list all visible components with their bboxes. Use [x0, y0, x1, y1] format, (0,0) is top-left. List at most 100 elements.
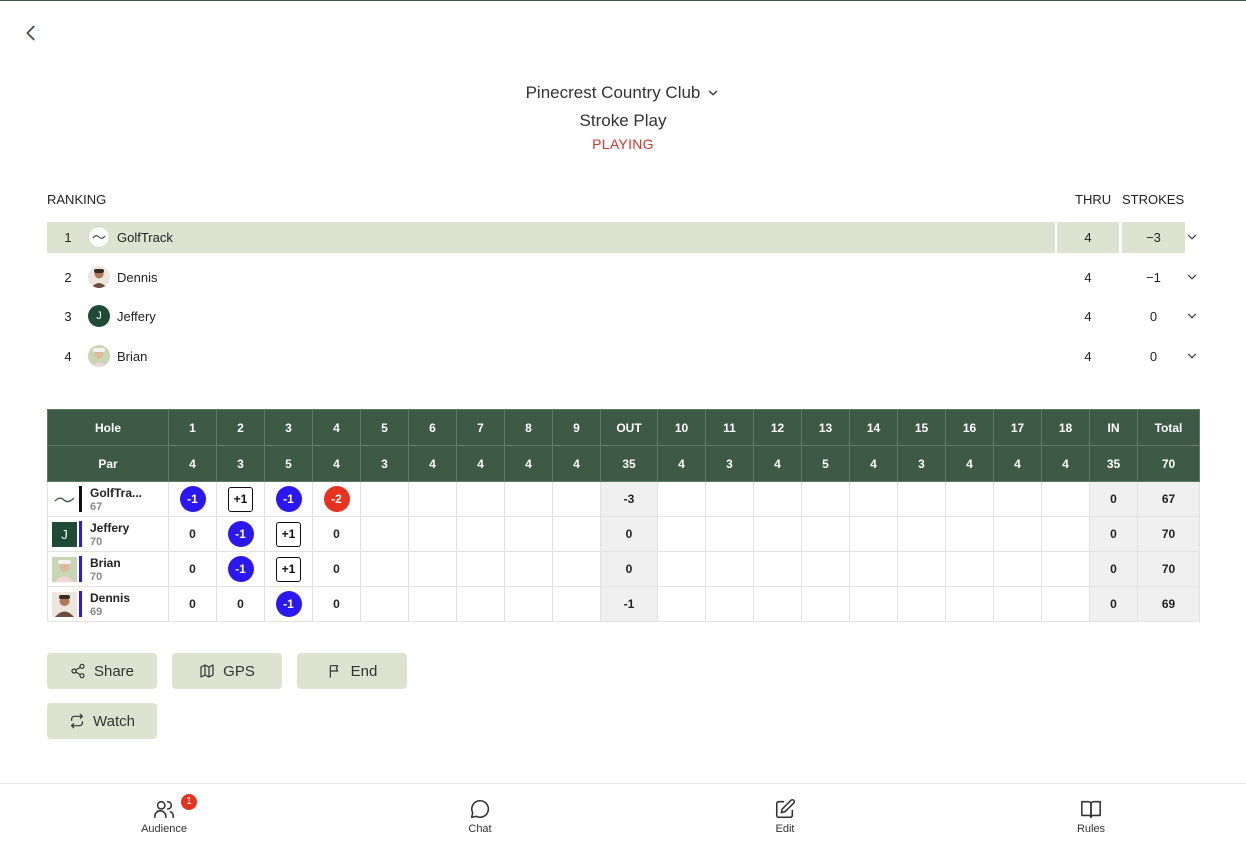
tab-chat[interactable]: Chat	[440, 798, 520, 835]
share-icon	[71, 663, 85, 679]
gps-button[interactable]: GPS	[172, 653, 282, 689]
repeat-icon	[71, 713, 83, 729]
rank-position: 2	[64, 270, 72, 285]
hole-score: 0	[168, 551, 217, 587]
hole-number: 10	[657, 409, 706, 446]
tab-rules[interactable]: Rules	[1051, 798, 1131, 835]
bogey-badge: +1	[276, 556, 301, 582]
player-name: Jeffery	[117, 309, 156, 324]
ranking-row-dennis[interactable]: 2 Dennis 4 −1	[47, 262, 1199, 293]
birdie-badge: -1	[179, 486, 206, 512]
strokes-value: −3	[1146, 230, 1161, 245]
player-name: GolfTra...	[90, 486, 143, 500]
par-label: Par	[47, 445, 169, 482]
out-score: 0	[600, 516, 658, 552]
score-row-brian[interactable]: Brian 70 0 -1 +1 0 0 0 70	[47, 551, 1200, 587]
hole-number: 3	[264, 409, 313, 446]
hole-number: 16	[945, 409, 994, 446]
ranking-row-jeffery[interactable]: 3 J Jeffery 4 0	[47, 301, 1199, 332]
strokes-value: 0	[1149, 349, 1158, 364]
tab-edit[interactable]: Edit	[745, 798, 825, 835]
thru-value: 4	[1084, 349, 1092, 364]
total-score: 70	[1137, 551, 1200, 587]
player-name: GolfTrack	[117, 230, 173, 245]
par-value: 3	[360, 445, 409, 482]
dennis-avatar	[88, 266, 110, 288]
player-cell: J Jeffery 70	[47, 516, 169, 552]
player-color-bar	[79, 556, 82, 582]
hole-number: 11	[705, 409, 754, 446]
player-name: Jeffery	[90, 521, 130, 535]
expand-chevron-icon[interactable]	[1185, 230, 1199, 244]
hole-score: 0	[312, 551, 361, 587]
par-value: 4	[408, 445, 457, 482]
in-label: IN	[1089, 409, 1138, 446]
hole-number: 5	[360, 409, 409, 446]
expand-chevron-icon[interactable]	[1185, 349, 1199, 363]
rank-position: 1	[64, 230, 72, 245]
hole-number: 6	[408, 409, 457, 446]
edit-icon	[775, 799, 795, 819]
par-value: 4	[504, 445, 553, 482]
par-value: 4	[993, 445, 1042, 482]
hole-number: 1	[168, 409, 217, 446]
par-row: Par 4 3 5 4 3 4 4 4 4 35 4 3 4 5 4 3 4 4…	[47, 445, 1200, 482]
hole-label: Hole	[47, 409, 169, 446]
par-value: 4	[168, 445, 217, 482]
par-out: 35	[600, 445, 658, 482]
total-score: 67	[1137, 481, 1200, 517]
total-label: Total	[1137, 409, 1200, 446]
hole-score: 0	[312, 516, 361, 552]
par-in: 35	[1089, 445, 1138, 482]
golftrack-logo-avatar	[52, 487, 77, 512]
top-border	[0, 0, 1246, 1]
out-label: OUT	[600, 409, 658, 446]
expand-chevron-icon[interactable]	[1185, 270, 1199, 284]
back-chevron-icon[interactable]	[20, 22, 42, 44]
watch-button[interactable]: Watch	[47, 703, 157, 739]
par-value: 3	[897, 445, 946, 482]
hole-number: 13	[801, 409, 850, 446]
birdie-badge: -1	[227, 521, 254, 547]
tab-label: Audience	[141, 823, 187, 835]
hole-number: 12	[753, 409, 802, 446]
bogey-badge: +1	[228, 486, 253, 512]
par-value: 4	[456, 445, 505, 482]
rank-position: 3	[64, 309, 72, 324]
player-total: 70	[90, 536, 103, 548]
watch-label: Watch	[93, 712, 135, 730]
bottom-tab-bar: Audience 1 Chat Edit Rules	[0, 783, 1246, 846]
in-score: 0	[1089, 516, 1138, 552]
player-cell: Dennis 69	[47, 586, 169, 622]
tab-label: Rules	[1076, 823, 1106, 835]
score-row-jeffery[interactable]: J Jeffery 70 0 -1 +1 0 0 0 70	[47, 516, 1200, 552]
score-row-golftrack[interactable]: GolfTra... 67 -1 +1 -1 -2 -3 0 67	[47, 481, 1200, 517]
end-button[interactable]: End	[297, 653, 407, 689]
ranking-row-golftrack[interactable]: 1 GolfTrack 4 −3	[47, 222, 1199, 253]
hole-number: 8	[504, 409, 553, 446]
score-row-dennis[interactable]: Dennis 69 0 0 -1 0 -1 0 69	[47, 586, 1200, 622]
hole-number: 4	[312, 409, 361, 446]
par-value: 4	[657, 445, 706, 482]
dropdown-chevron-icon	[709, 90, 718, 96]
par-value: 4	[312, 445, 361, 482]
golftrack-logo-avatar	[88, 226, 110, 248]
ranking-header: RANKING THRU STROKES	[47, 192, 1187, 208]
player-color-bar	[79, 591, 82, 617]
birdie-badge: -1	[275, 486, 302, 512]
birdie-badge: -1	[227, 556, 254, 582]
book-icon	[1081, 800, 1101, 819]
out-score: -1	[600, 586, 658, 622]
expand-chevron-icon[interactable]	[1185, 309, 1199, 323]
hole-score: 0	[168, 516, 217, 552]
course-selector[interactable]: Pinecrest Country Club	[526, 80, 721, 106]
par-value: 4	[849, 445, 898, 482]
strokes-value: 0	[1149, 309, 1158, 324]
ranking-row-brian[interactable]: 4 Brian 4 0	[47, 341, 1199, 372]
par-value: 4	[1041, 445, 1090, 482]
player-name: Dennis	[90, 591, 131, 605]
share-button[interactable]: Share	[47, 653, 157, 689]
par-value: 5	[801, 445, 850, 482]
out-score: -3	[600, 481, 658, 517]
par-value: 3	[216, 445, 265, 482]
